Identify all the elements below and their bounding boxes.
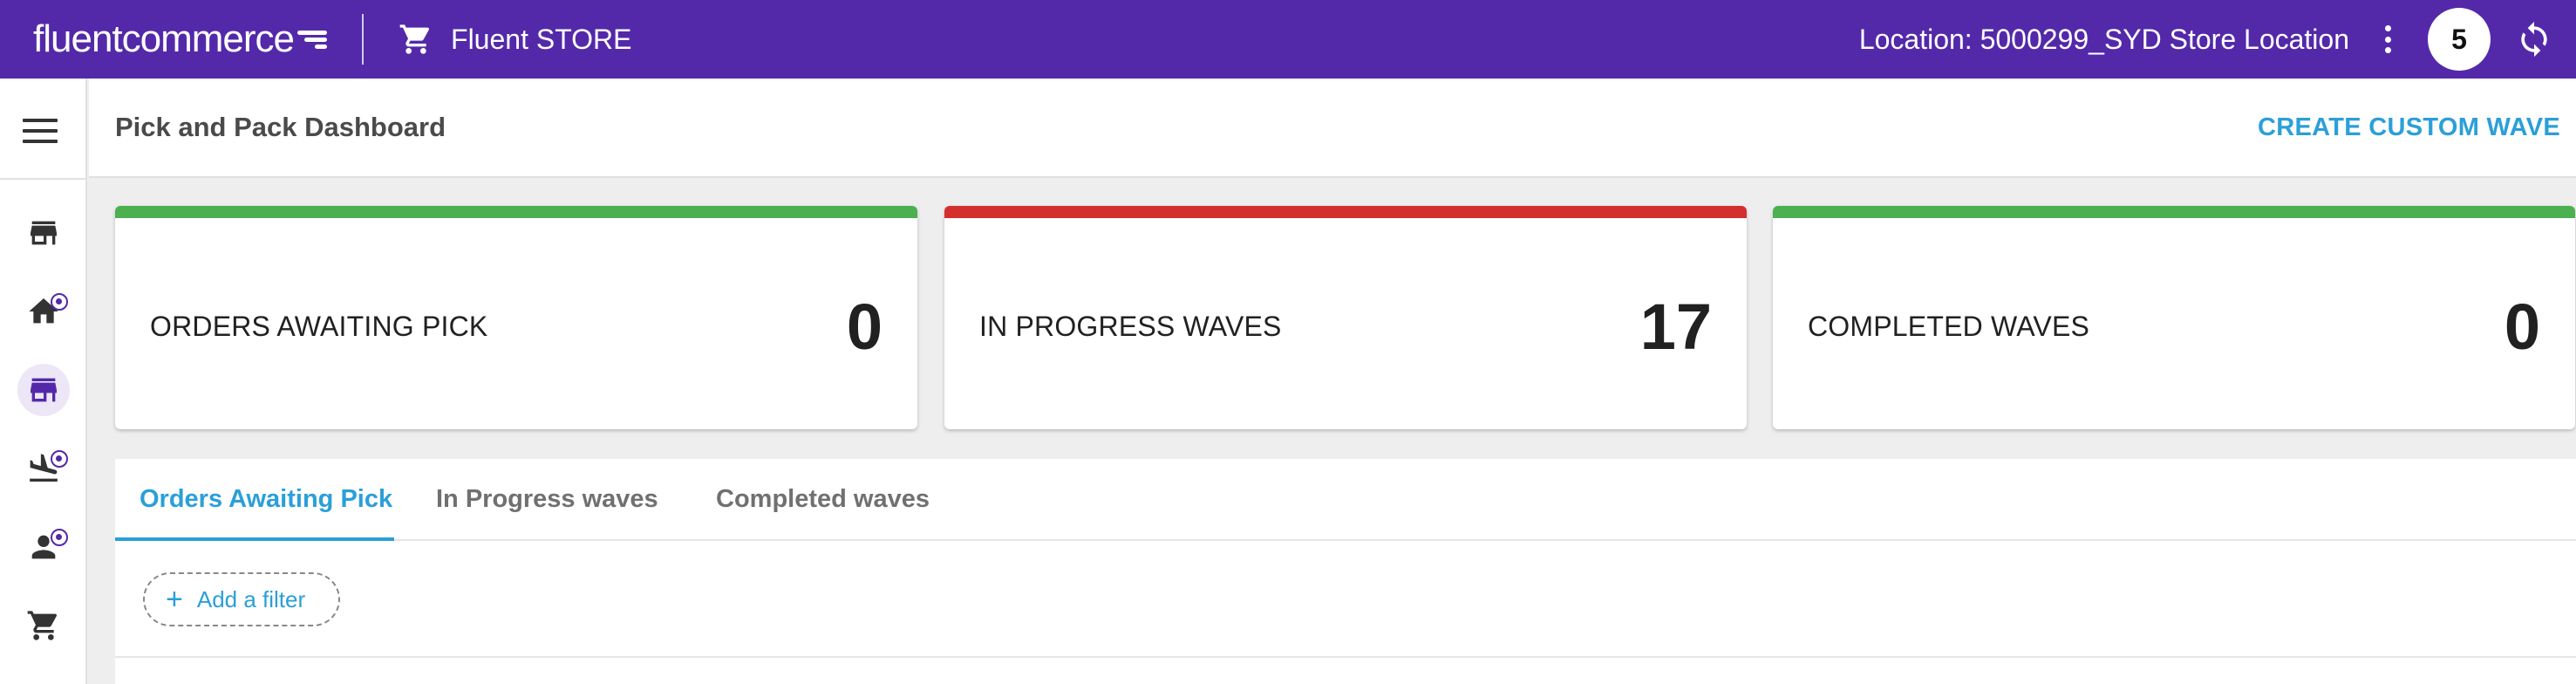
sidebar-item-store[interactable] (0, 202, 87, 263)
stat-card-completed-waves[interactable]: COMPLETED WAVES 0 (1773, 206, 2575, 429)
sidebar-nav (0, 79, 87, 684)
waves-panel: Orders Awaiting Pick In Progress waves C… (115, 459, 2576, 684)
sidebar-divider (0, 178, 87, 180)
status-bar (115, 206, 917, 218)
brand-logo[interactable]: fluentcommerce (0, 0, 328, 79)
cart-icon (399, 24, 430, 54)
topbar-divider (362, 14, 365, 65)
storefront-icon (31, 378, 57, 402)
stat-label: ORDERS AWAITING PICK (150, 311, 488, 342)
tab-bar: Orders Awaiting Pick In Progress waves C… (115, 459, 2576, 541)
notification-dot-icon (51, 293, 68, 311)
stat-label: COMPLETED WAVES (1808, 311, 2090, 342)
stat-value: 17 (1639, 291, 1712, 363)
sidebar-item-orders[interactable] (0, 595, 87, 656)
stat-card-in-progress-waves[interactable]: IN PROGRESS WAVES 17 (944, 206, 1747, 429)
top-app-bar: fluentcommerce Fluent STORE Location: 50… (0, 0, 2576, 79)
page-header: Pick and Pack Dashboard CREATE CUSTOM WA… (89, 79, 2576, 178)
tab-completed-waves[interactable]: Completed waves (716, 485, 930, 514)
sidebar-item-customers[interactable] (0, 516, 87, 578)
notification-dot-icon (51, 529, 68, 546)
status-bar (944, 206, 1747, 218)
active-tab-indicator (115, 537, 394, 541)
stat-card-orders-awaiting-pick[interactable]: ORDERS AWAITING PICK 0 (115, 206, 917, 429)
stat-value: 0 (846, 291, 883, 363)
tab-in-progress-waves[interactable]: In Progress waves (436, 485, 658, 514)
plus-icon: + (166, 583, 183, 616)
sidebar-item-home[interactable] (0, 281, 87, 342)
create-custom-wave-button[interactable]: CREATE CUSTOM WAVE (2258, 113, 2560, 142)
add-filter-label: Add a filter (196, 585, 306, 612)
notification-dot-icon (51, 450, 68, 468)
status-bar (1773, 206, 2575, 218)
store-name: Fluent STORE (451, 23, 632, 55)
brand-mark-icon (297, 27, 328, 51)
store-icon (31, 221, 57, 245)
sidebar-item-pick-pack[interactable] (0, 359, 87, 421)
location-label[interactable]: Location: 5000299_SYD Store Location (1859, 24, 2349, 56)
refresh-icon[interactable] (2515, 20, 2553, 58)
stat-value: 0 (2504, 291, 2540, 363)
panel-divider (115, 656, 2576, 658)
page-title: Pick and Pack Dashboard (115, 112, 446, 142)
menu-icon[interactable] (23, 119, 58, 143)
sidebar-item-arrivals[interactable] (0, 438, 87, 499)
store-switcher[interactable]: Fluent STORE (399, 22, 632, 57)
add-filter-button[interactable]: + Add a filter (143, 572, 340, 626)
notification-count-badge[interactable]: 5 (2428, 8, 2491, 71)
brand-wordmark: fluentcommerce (33, 17, 295, 60)
more-vert-icon[interactable] (2379, 22, 2396, 57)
tab-orders-awaiting-pick[interactable]: Orders Awaiting Pick (140, 485, 392, 514)
cart-icon (27, 611, 58, 640)
stat-label: IN PROGRESS WAVES (979, 311, 1282, 342)
